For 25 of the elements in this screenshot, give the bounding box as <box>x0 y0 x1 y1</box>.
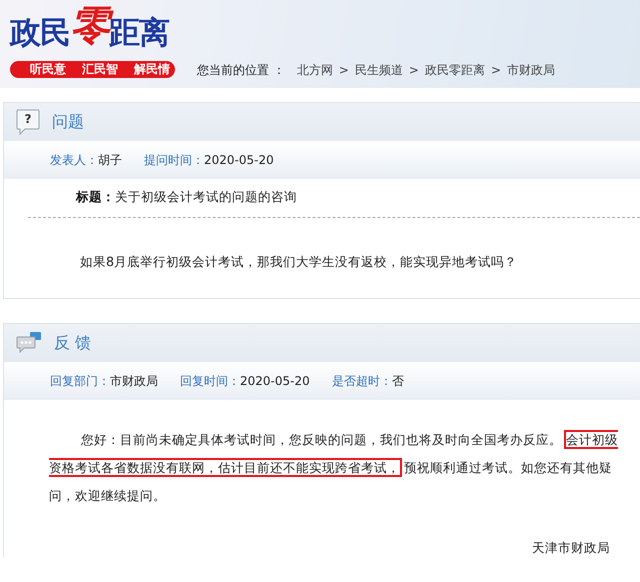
subject-line: 标题：关于初级会计考试的问题的咨询 <box>28 179 640 218</box>
meta-text: 回复时间：2020-05-20 <box>180 372 310 390</box>
signature-text: 天津市财政局 <box>531 539 611 557</box>
breadcrumb-separator: > <box>408 63 419 77</box>
section-title: 反 馈 <box>54 332 92 354</box>
slogan-text: 汇民智 <box>82 61 118 78</box>
chat-icon <box>16 331 42 355</box>
site-logo: 政民零距离 <box>10 6 170 53</box>
location-label: 您当前的位置 ： <box>197 62 285 78</box>
breadcrumb-link[interactable]: 北方网 <box>296 62 333 78</box>
meta-text: 是否超时：否 <box>332 372 404 390</box>
meta-text: 发表人：胡子 <box>50 152 122 168</box>
breadcrumb-link[interactable]: 市财政局 <box>507 62 556 78</box>
question-text: 如果8月底举行初级会计考试，那我们大学生没有返校，能实现异地考试吗？ <box>79 253 518 271</box>
breadcrumb-separator: > <box>338 63 349 77</box>
meta-text: 提问时间：2020-05-20 <box>144 152 274 168</box>
reply-text: 您好：目前尚未确定具体考试时间，您反映的问题，我们也将及时向全国考办反应。 会计初级资格考试各省数据没有联网，估计目前还不能实现跨省考试， 预祝顺利通过考试。如您还有其他疑问，欢迎继续提问。 <box>48 429 619 505</box>
question-icon: ? <box>16 109 40 135</box>
breadcrumb-link[interactable]: 民生频道 <box>354 62 403 78</box>
slogan-text: 解民情 <box>134 61 170 78</box>
section-title: 问题 <box>52 112 84 132</box>
meta-text: 回复部门：市财政局 <box>50 372 158 390</box>
breadcrumb-link[interactable]: 政民零距离 <box>424 62 485 78</box>
breadcrumb-separator: > <box>490 63 502 77</box>
slogan-text: 听民意 <box>30 61 66 78</box>
